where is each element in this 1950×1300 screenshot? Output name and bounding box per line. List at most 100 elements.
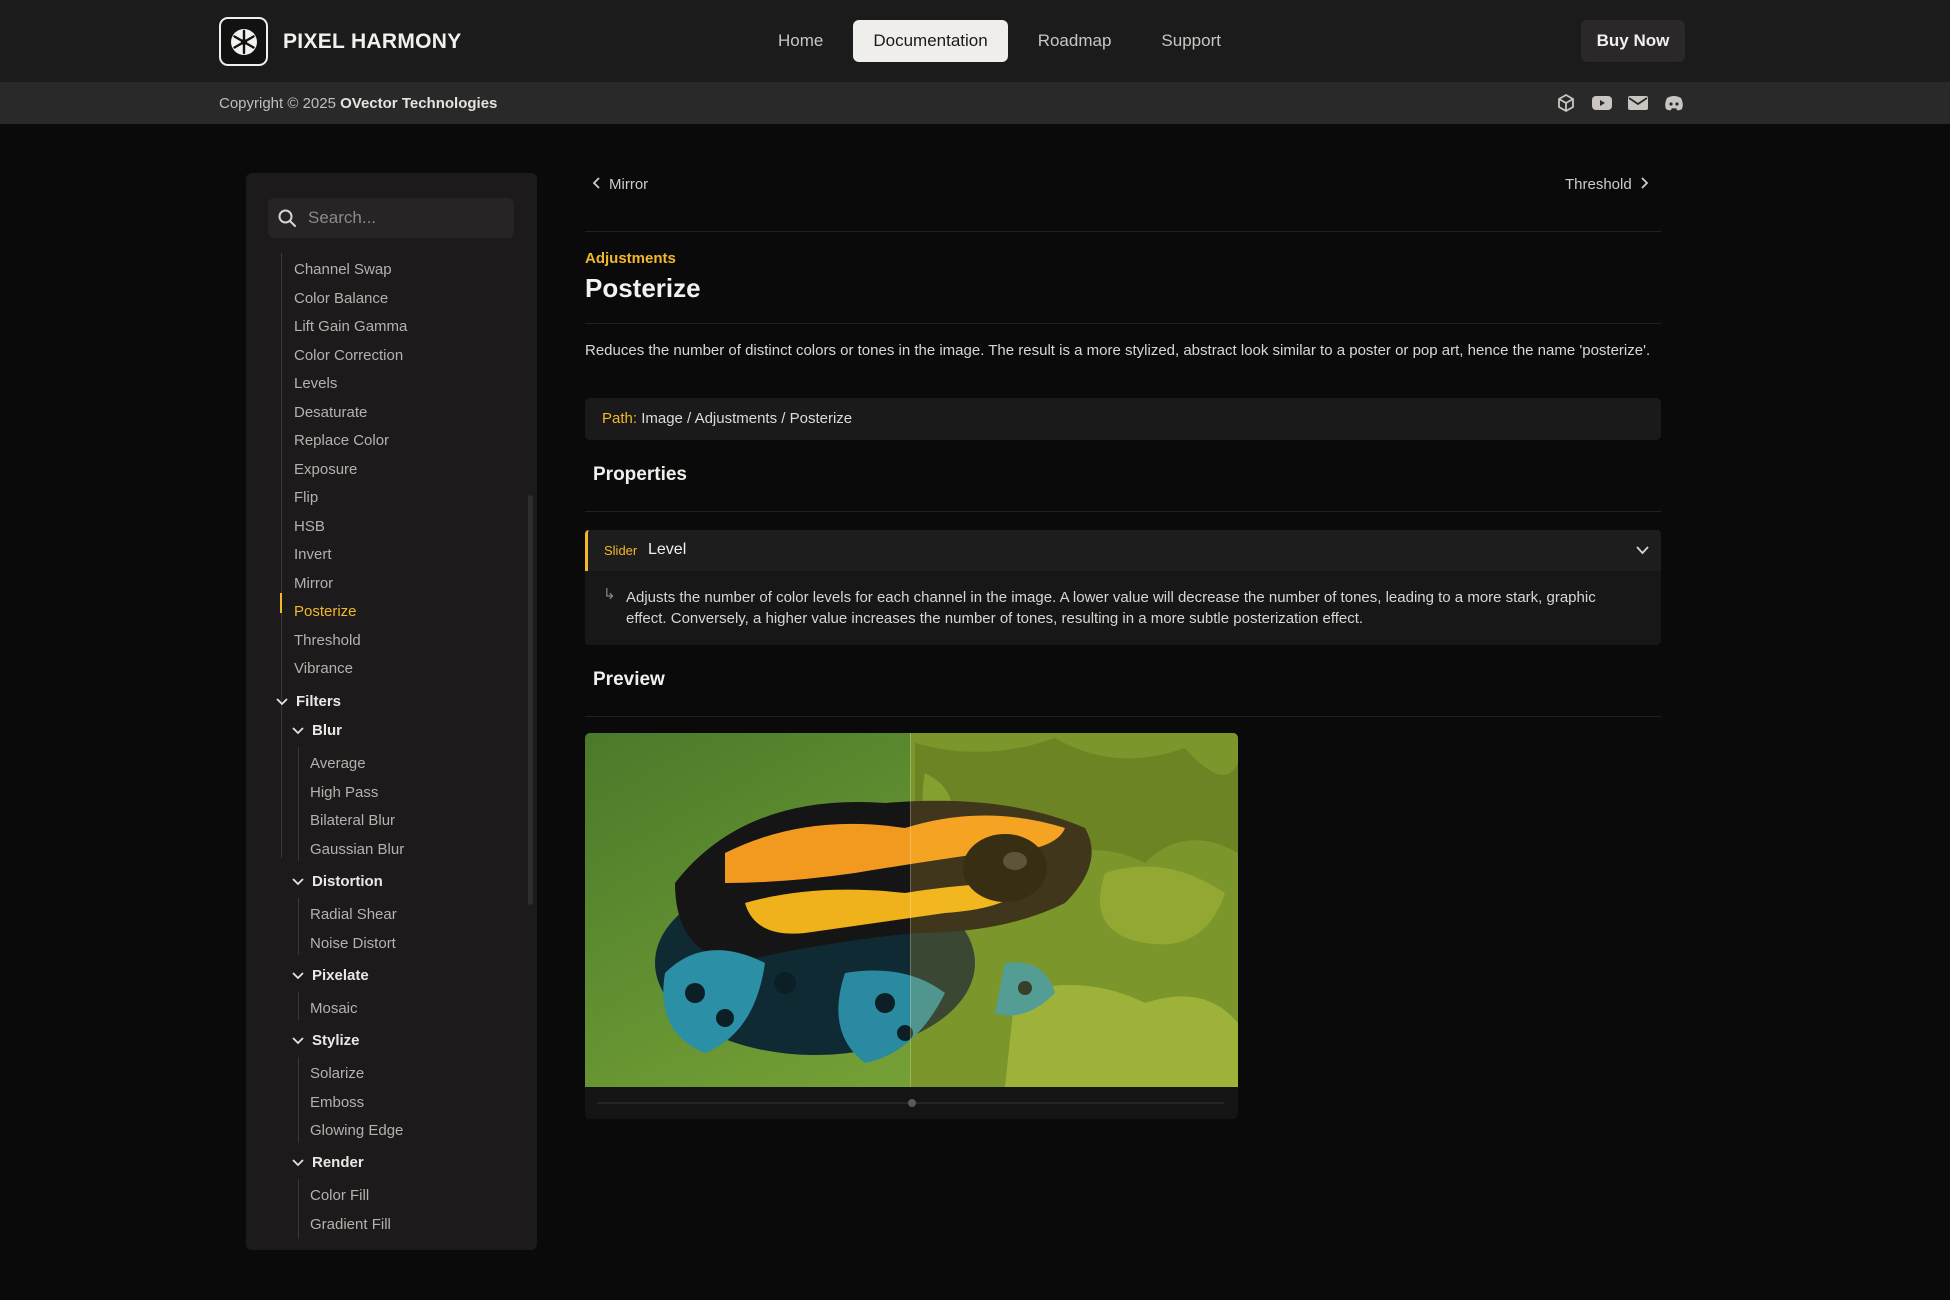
comparison-split-line[interactable] xyxy=(910,733,911,1087)
tree-line xyxy=(298,1179,299,1239)
sidebar-item-desaturate[interactable]: Desaturate xyxy=(294,404,367,421)
prev-page-link[interactable]: Mirror xyxy=(592,176,648,193)
page-title: Posterize xyxy=(585,273,701,303)
prev-page-label: Mirror xyxy=(609,176,649,193)
sidebar-group-pixelate[interactable]: Pixelate xyxy=(292,967,369,984)
docs-sidebar: Channel Swap Color Balance Lift Gain Gam… xyxy=(246,173,537,1250)
page-description: Reduces the number of distinct colors or… xyxy=(585,342,1651,359)
sidebar-item-color-fill[interactable]: Color Fill xyxy=(310,1187,369,1204)
sidebar-item-color-correction[interactable]: Color Correction xyxy=(294,347,403,364)
sidebar-group-blur[interactable]: Blur xyxy=(292,722,342,739)
sidebar-item-exposure[interactable]: Exposure xyxy=(294,461,357,478)
property-type: Slider xyxy=(604,543,638,558)
sidebar-group-distortion[interactable]: Distortion xyxy=(292,873,383,890)
sidebar-item-threshold[interactable]: Threshold xyxy=(294,632,361,649)
sidebar-scrollbar[interactable] xyxy=(528,495,533,905)
chevron-left-icon xyxy=(592,176,600,193)
group-label: Filters xyxy=(296,693,342,710)
divider xyxy=(585,716,1661,717)
preview-comparison[interactable] xyxy=(585,733,1238,1119)
sidebar-item-gaussian-blur[interactable]: Gaussian Blur xyxy=(310,841,404,858)
logo-icon xyxy=(219,17,268,66)
sidebar-item-emboss[interactable]: Emboss xyxy=(310,1094,364,1111)
group-label: Stylize xyxy=(312,1032,360,1049)
preview-heading: Preview xyxy=(593,669,665,690)
brand[interactable]: PIXEL HARMONY xyxy=(219,17,462,66)
group-label: Pixelate xyxy=(312,967,369,984)
chevron-down-icon[interactable] xyxy=(1636,542,1649,560)
chevron-right-icon xyxy=(1641,176,1649,193)
sidebar-item-mirror[interactable]: Mirror xyxy=(294,575,333,592)
group-label: Render xyxy=(312,1154,364,1171)
tree-line xyxy=(298,992,299,1020)
divider xyxy=(585,231,1661,232)
sidebar-item-bilateral-blur[interactable]: Bilateral Blur xyxy=(310,812,395,829)
brand-name: PIXEL HARMONY xyxy=(283,29,462,53)
copyright-text: Copyright © 2025 xyxy=(219,95,341,112)
copyright: Copyright © 2025 OVector Technologies xyxy=(219,95,497,112)
sidebar-item-noise-distort[interactable]: Noise Distort xyxy=(310,935,396,952)
sidebar-item-radial-shear[interactable]: Radial Shear xyxy=(310,906,397,923)
sidebar-item-gradient-fill[interactable]: Gradient Fill xyxy=(310,1216,391,1230)
company-name: OVector Technologies xyxy=(340,95,498,112)
sidebar-item-levels[interactable]: Levels xyxy=(294,375,337,392)
discord-icon[interactable] xyxy=(1663,92,1685,114)
category-label: Adjustments xyxy=(585,250,676,267)
sidebar-item-color-balance[interactable]: Color Balance xyxy=(294,290,388,307)
frog-preview-image xyxy=(585,733,1238,1087)
sidebar-item-solarize[interactable]: Solarize xyxy=(310,1065,364,1082)
sidebar-item-vibrance[interactable]: Vibrance xyxy=(294,660,353,677)
nav-support[interactable]: Support xyxy=(1141,20,1241,62)
search-box[interactable] xyxy=(268,198,514,238)
chevron-down-icon xyxy=(292,1154,304,1171)
main-nav: Home Documentation Roadmap Support xyxy=(758,20,1251,62)
nav-home[interactable]: Home xyxy=(758,20,843,62)
group-label: Blur xyxy=(312,722,342,739)
sidebar-group-stylize[interactable]: Stylize xyxy=(292,1032,360,1049)
comparison-slider-handle[interactable] xyxy=(908,1099,916,1107)
sidebar-item-high-pass[interactable]: High Pass xyxy=(310,784,378,801)
next-page-link[interactable]: Threshold xyxy=(1565,176,1649,193)
next-page-label: Threshold xyxy=(1565,176,1632,193)
buy-now-button[interactable]: Buy Now xyxy=(1581,20,1685,62)
sidebar-item-glowing-edge[interactable]: Glowing Edge xyxy=(310,1122,403,1139)
property-description: Adjusts the number of color levels for e… xyxy=(626,589,1596,627)
divider xyxy=(585,511,1661,512)
sidebar-item-replace-color[interactable]: Replace Color xyxy=(294,432,389,449)
mail-icon[interactable] xyxy=(1627,92,1649,114)
search-icon xyxy=(277,208,297,233)
divider xyxy=(585,323,1661,324)
nav-documentation[interactable]: Documentation xyxy=(853,20,1008,62)
property-header[interactable]: Slider Level xyxy=(585,530,1661,571)
chevron-down-icon xyxy=(276,693,288,710)
sidebar-item-mosaic[interactable]: Mosaic xyxy=(310,1000,358,1017)
chevron-down-icon xyxy=(292,873,304,890)
sidebar-item-hsb[interactable]: HSB xyxy=(294,518,325,535)
youtube-icon[interactable] xyxy=(1591,92,1613,114)
sidebar-item-channel-swap[interactable]: Channel Swap xyxy=(294,261,392,278)
property-card: Slider Level ↳ Adjusts the number of col… xyxy=(585,530,1661,645)
unity-icon[interactable] xyxy=(1555,92,1577,114)
sidebar-item-flip[interactable]: Flip xyxy=(294,489,318,506)
property-name: Level xyxy=(648,541,687,558)
nav-roadmap[interactable]: Roadmap xyxy=(1018,20,1132,62)
active-indicator xyxy=(280,593,282,613)
return-arrow-icon: ↳ xyxy=(603,586,616,603)
tree-line xyxy=(298,1057,299,1143)
tree-line xyxy=(281,253,282,858)
sidebar-group-filters[interactable]: Filters xyxy=(276,693,341,710)
path-value: Image / Adjustments / Posterize xyxy=(641,410,853,427)
sidebar-item-posterize[interactable]: Posterize xyxy=(294,603,357,620)
sidebar-group-render[interactable]: Render xyxy=(292,1154,364,1171)
group-label: Distortion xyxy=(312,873,383,890)
chevron-down-icon xyxy=(292,1032,304,1049)
sidebar-item-average[interactable]: Average xyxy=(310,755,366,772)
sub-bar: Copyright © 2025 OVector Technologies xyxy=(0,82,1950,124)
social-links xyxy=(1555,92,1685,114)
search-input[interactable] xyxy=(308,198,508,238)
tree-line xyxy=(298,898,299,955)
sidebar-item-invert[interactable]: Invert xyxy=(294,546,332,563)
sidebar-item-lift-gain-gamma[interactable]: Lift Gain Gamma xyxy=(294,318,407,335)
menu-path: Path: Image / Adjustments / Posterize xyxy=(585,398,1661,440)
properties-heading: Properties xyxy=(593,464,687,485)
